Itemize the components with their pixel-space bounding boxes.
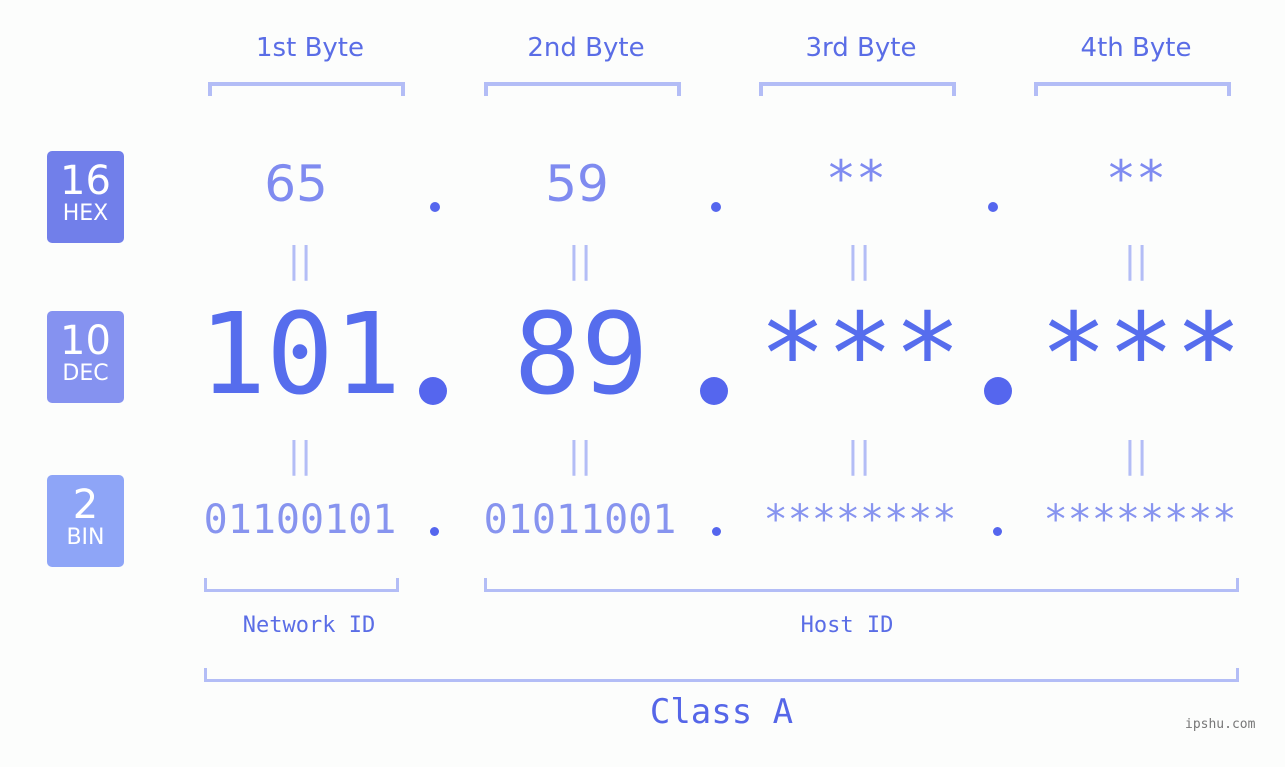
bin-badge: 2 BIN bbox=[47, 475, 124, 567]
equals-sign: || bbox=[1123, 240, 1149, 281]
byte-header-1: 1st Byte bbox=[256, 33, 364, 63]
watermark: ipshu.com bbox=[1185, 717, 1256, 732]
hex-byte-3: ** bbox=[825, 150, 887, 208]
dec-byte-4: *** bbox=[1039, 290, 1243, 420]
dec-dot-1 bbox=[419, 377, 447, 405]
bin-dot-3 bbox=[993, 527, 1002, 536]
byte-header-4: 4th Byte bbox=[1080, 33, 1192, 63]
hex-dot-2 bbox=[711, 202, 721, 212]
dec-byte-2: 89 bbox=[513, 290, 649, 420]
host-id-bracket bbox=[484, 578, 1239, 592]
class-label: Class A bbox=[649, 692, 794, 732]
hex-badge-base: 16 bbox=[60, 158, 111, 204]
equals-sign: || bbox=[846, 240, 872, 281]
bin-dot-1 bbox=[430, 527, 439, 536]
bin-byte-1: 01100101 bbox=[203, 497, 397, 543]
byte-bracket-1 bbox=[208, 82, 405, 96]
byte-bracket-4 bbox=[1034, 82, 1231, 96]
equals-sign: || bbox=[567, 435, 593, 476]
equals-sign: || bbox=[287, 240, 313, 281]
bin-dot-2 bbox=[712, 527, 721, 536]
host-id-label: Host ID bbox=[800, 613, 894, 638]
network-id-bracket bbox=[204, 578, 399, 592]
dec-dot-2 bbox=[700, 377, 728, 405]
hex-dot-1 bbox=[430, 202, 440, 212]
dec-byte-1: 101 bbox=[198, 290, 402, 420]
equals-sign: || bbox=[846, 435, 872, 476]
hex-badge: 16 HEX bbox=[47, 151, 124, 243]
byte-header-2: 2nd Byte bbox=[527, 33, 645, 63]
dec-badge-label: DEC bbox=[62, 361, 109, 386]
byte-header-3: 3rd Byte bbox=[805, 33, 917, 63]
hex-byte-4: ** bbox=[1105, 150, 1167, 208]
hex-dot-3 bbox=[988, 202, 998, 212]
dec-badge: 10 DEC bbox=[47, 311, 124, 403]
class-bracket bbox=[204, 668, 1239, 682]
byte-bracket-3 bbox=[759, 82, 956, 96]
bin-badge-label: BIN bbox=[66, 525, 105, 550]
bin-badge-base: 2 bbox=[72, 482, 99, 528]
equals-sign: || bbox=[287, 435, 313, 476]
bin-byte-2: 01011001 bbox=[483, 497, 677, 543]
network-id-label: Network ID bbox=[242, 613, 376, 638]
dec-badge-base: 10 bbox=[60, 318, 111, 364]
byte-bracket-2 bbox=[484, 82, 681, 96]
equals-sign: || bbox=[1123, 435, 1149, 476]
hex-byte-2: 59 bbox=[545, 155, 609, 213]
hex-badge-label: HEX bbox=[62, 201, 109, 226]
dec-dot-3 bbox=[984, 377, 1012, 405]
bin-byte-3: ******** bbox=[763, 497, 957, 543]
hex-byte-1: 65 bbox=[264, 155, 328, 213]
bin-byte-4: ******** bbox=[1043, 497, 1237, 543]
dec-byte-3: *** bbox=[758, 290, 962, 420]
equals-sign: || bbox=[567, 240, 593, 281]
